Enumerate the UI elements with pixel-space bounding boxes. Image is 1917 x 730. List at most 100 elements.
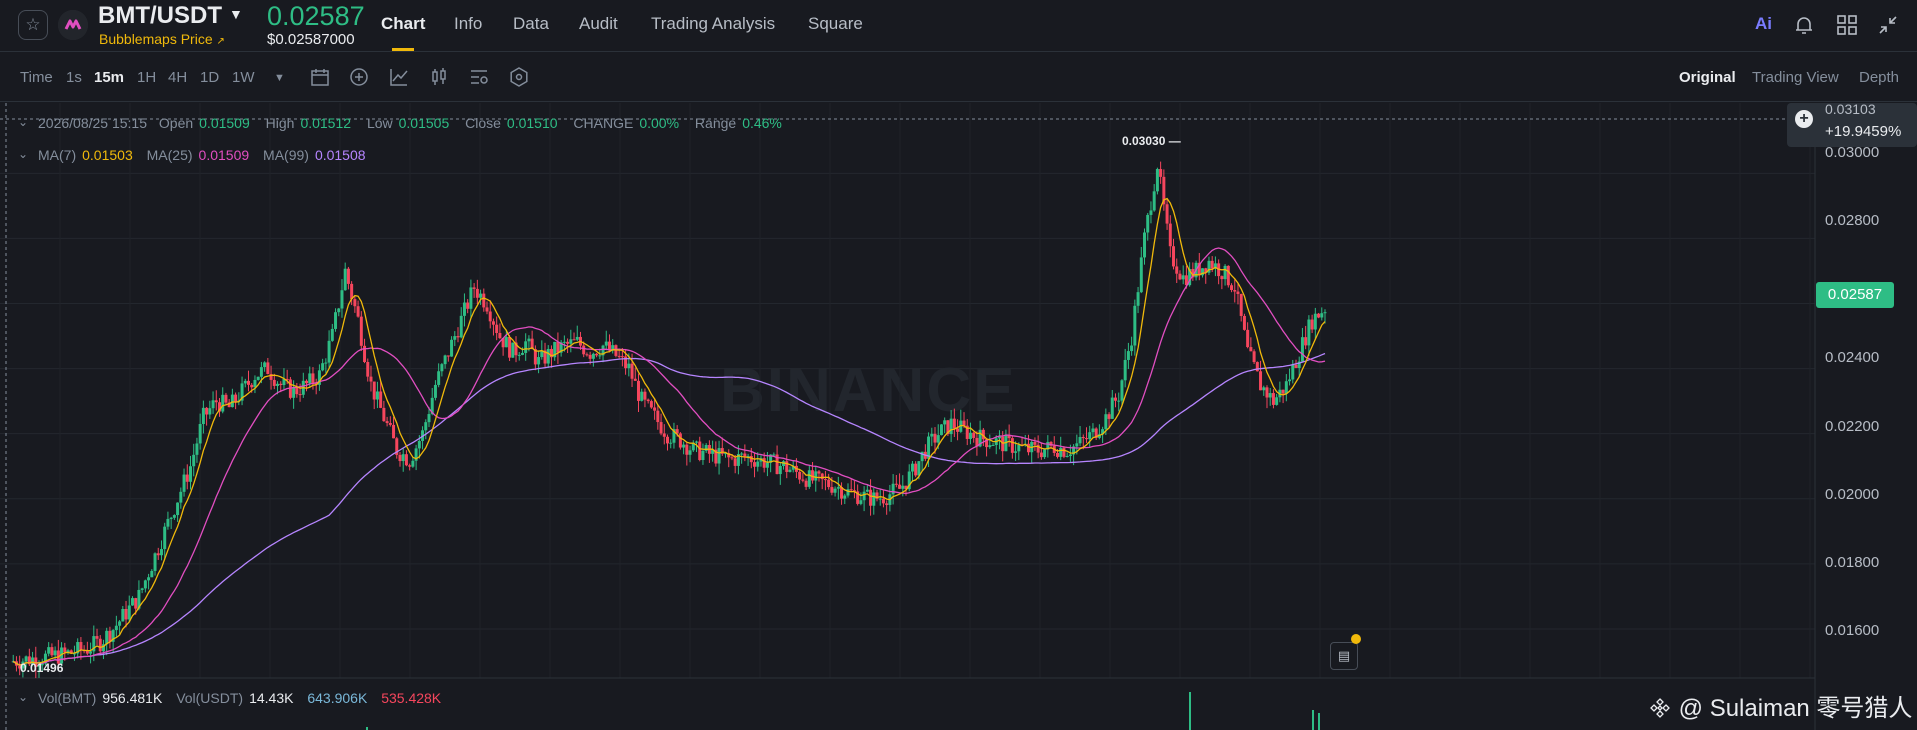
- candle-body: [649, 401, 653, 408]
- low-marker: 0.01496: [20, 661, 64, 675]
- candle-body: [179, 491, 183, 503]
- candle-body: [127, 605, 131, 620]
- candle-body: [1168, 223, 1172, 247]
- candle-body: [1159, 169, 1163, 177]
- candle-body: [914, 463, 918, 476]
- y-axis-label: 0.01800: [1825, 554, 1880, 571]
- candle-body: [491, 321, 495, 325]
- candle-body: [604, 341, 608, 346]
- candle-body: [1210, 260, 1214, 269]
- crosshair-price-box[interactable]: + 0.03103 +19.9459%: [1787, 101, 1917, 147]
- y-axis-label: 0.02200: [1825, 418, 1880, 435]
- candle-body: [272, 379, 276, 386]
- candle-body: [1307, 319, 1311, 346]
- candle-body: [1088, 432, 1092, 440]
- candle-body: [334, 312, 338, 329]
- candle-body: [1265, 387, 1269, 398]
- candle-body: [1136, 292, 1140, 306]
- candle-body: [459, 315, 463, 338]
- candle-body: [366, 362, 370, 377]
- candle-body: [1255, 362, 1259, 372]
- candle-body: [949, 418, 953, 435]
- candle-body: [640, 391, 644, 401]
- candle-body: [382, 407, 386, 422]
- candle-body: [1246, 329, 1250, 348]
- notes-icon[interactable]: ▤: [1330, 642, 1358, 670]
- price-chart[interactable]: [0, 0, 1917, 730]
- candle-body: [1014, 451, 1018, 453]
- candle-body: [827, 479, 831, 488]
- candle-body: [89, 651, 93, 654]
- candle-body: [1110, 397, 1114, 419]
- candle-body: [659, 422, 663, 434]
- candle-body: [466, 302, 470, 309]
- candle-body: [427, 414, 431, 423]
- candle-body: [1313, 313, 1317, 330]
- candle-body: [250, 384, 254, 388]
- candle-body: [627, 363, 631, 369]
- candle-body: [598, 355, 602, 357]
- candle-body: [201, 407, 205, 425]
- candle-body: [930, 433, 934, 437]
- candle-body: [1068, 454, 1072, 457]
- candle-body: [910, 463, 914, 472]
- candle-body: [147, 577, 151, 581]
- candle-body: [379, 391, 383, 408]
- candle-body: [701, 450, 705, 461]
- candle-body: [756, 461, 760, 467]
- candle-body: [595, 353, 599, 356]
- candle-body: [1291, 364, 1295, 380]
- candle-body: [79, 642, 83, 651]
- candle-body: [1114, 397, 1118, 401]
- candle-body: [1242, 315, 1246, 330]
- candle-body: [243, 380, 247, 384]
- candle-body: [453, 336, 457, 340]
- candle-body: [498, 332, 502, 339]
- candle-body: [1055, 452, 1059, 457]
- candle-body: [166, 518, 170, 527]
- candle-body: [698, 441, 702, 461]
- candle-body: [372, 381, 376, 400]
- candle-body: [891, 483, 895, 495]
- candle-body: [704, 444, 708, 451]
- candle-body: [762, 458, 766, 468]
- candle-body: [1220, 276, 1224, 280]
- plus-icon[interactable]: +: [1795, 110, 1813, 128]
- candle-body: [1223, 265, 1227, 280]
- candle-body: [1249, 347, 1253, 352]
- candle-body: [450, 339, 454, 357]
- candle-body: [817, 471, 821, 474]
- collapse-ma-icon[interactable]: ⌄: [18, 147, 28, 161]
- candle-body: [636, 380, 640, 401]
- candle-body: [1017, 444, 1021, 452]
- ma25-line: [12, 247, 1326, 666]
- candle-body: [479, 293, 483, 298]
- notification-dot: [1351, 634, 1361, 644]
- candle-body: [1300, 337, 1304, 362]
- candle-body: [247, 380, 251, 385]
- candle-body: [778, 465, 782, 475]
- candle-body: [140, 588, 144, 590]
- candle-body: [134, 598, 138, 609]
- candle-body: [1271, 393, 1275, 405]
- candle-body: [830, 487, 834, 493]
- author-watermark: @ Sulaiman 零号猎人: [1648, 688, 1912, 723]
- candle-body: [256, 376, 260, 380]
- candle-body: [885, 503, 889, 505]
- candle-body: [872, 492, 876, 506]
- candle-body: [823, 479, 827, 481]
- candle-body: [1233, 290, 1237, 292]
- candle-body: [1084, 438, 1088, 440]
- collapse-legend-icon[interactable]: ⌄: [18, 115, 28, 129]
- candle-body: [169, 517, 173, 519]
- candle-body: [833, 488, 837, 493]
- candle-body: [375, 391, 379, 400]
- collapse-volume-icon[interactable]: ⌄: [18, 690, 28, 704]
- candle-body: [504, 336, 508, 348]
- candle-body: [1252, 351, 1256, 363]
- candle-body: [53, 650, 57, 656]
- candle-body: [279, 383, 283, 386]
- candle-body: [401, 454, 405, 462]
- candle-body: [1226, 265, 1230, 286]
- candle-body: [753, 462, 757, 467]
